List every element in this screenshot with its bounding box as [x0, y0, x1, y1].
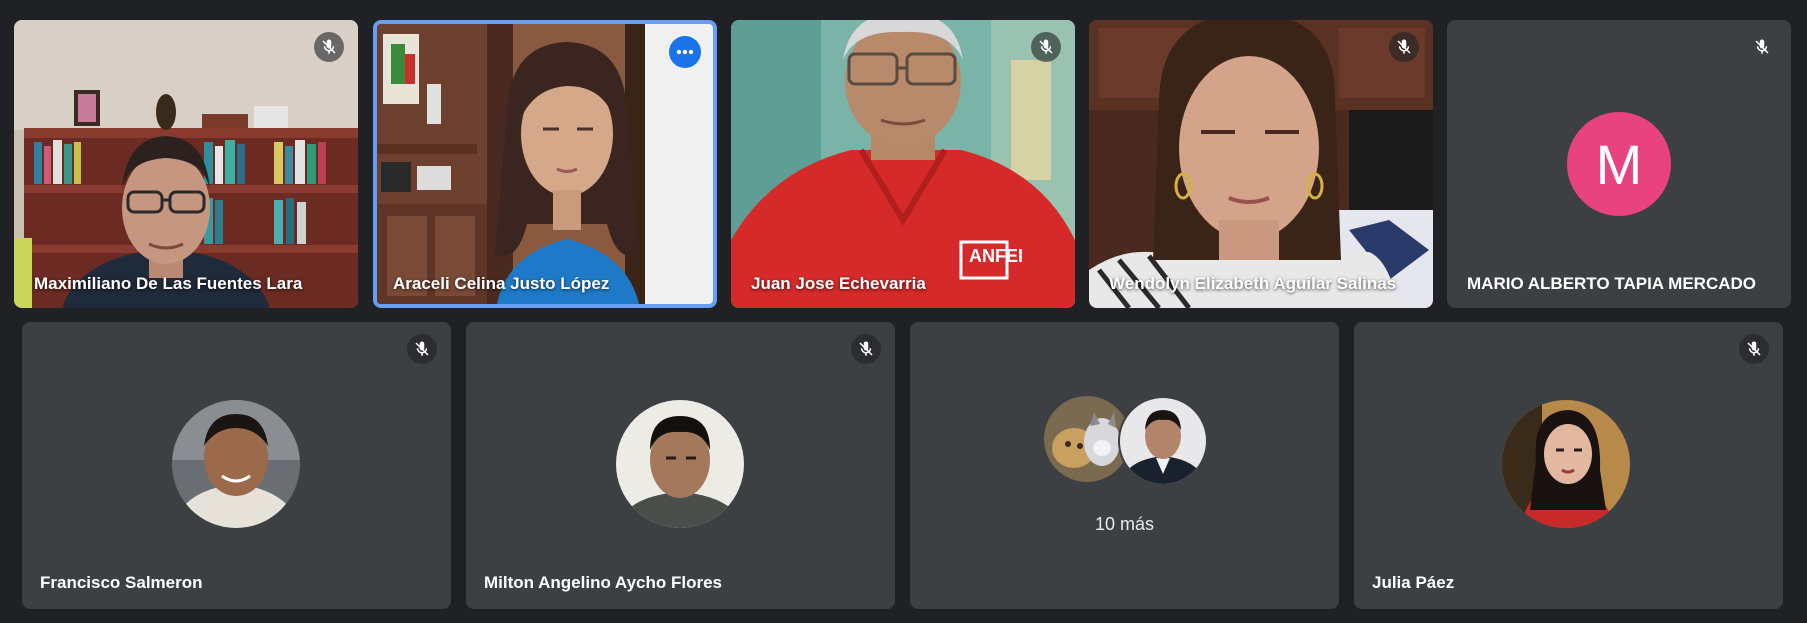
- participant-name: Juan Jose Echevarria: [751, 274, 926, 293]
- overflow-count-label: 10 más: [1094, 514, 1155, 534]
- avatar: [172, 400, 300, 528]
- participant-tile-araceli[interactable]: Araceli Celina Justo López: [373, 20, 717, 308]
- participant-tile-wendolyn[interactable]: Wendolyn Elizabeth Aguilar Salinas: [1089, 20, 1433, 308]
- avatar: [1118, 396, 1208, 486]
- avatar-letter: M: [1595, 132, 1643, 196]
- participant-name: Araceli Celina Justo López: [393, 274, 610, 293]
- avatar: [1502, 400, 1630, 528]
- mic-off-icon: [322, 39, 336, 54]
- participant-name: Maximiliano De Las Fuentes Lara: [34, 274, 303, 293]
- more-options-button[interactable]: [669, 36, 701, 68]
- participant-name: MARIO ALBERTO TAPIA MERCADO: [1467, 274, 1756, 293]
- mute-indicator: [851, 334, 881, 364]
- mic-off-icon: [1039, 39, 1053, 54]
- participant-name: Julia Páez: [1372, 573, 1455, 592]
- video-feed-juan-jose: ANFEI: [731, 20, 1075, 308]
- shirt-logo-text: ANFEI: [969, 246, 1023, 266]
- overflow-participants-tile[interactable]: 10 más: [910, 322, 1339, 609]
- mute-indicator: [1747, 32, 1777, 62]
- mic-off-icon: [1397, 39, 1411, 54]
- video-feed-araceli: [377, 24, 713, 304]
- participant-tile-francisco[interactable]: Francisco Salmeron: [22, 322, 451, 609]
- mic-off-icon: [859, 341, 873, 356]
- mute-indicator: [1739, 334, 1769, 364]
- mic-off-icon: [415, 341, 429, 356]
- avatar: [616, 400, 744, 528]
- mute-indicator: [1031, 32, 1061, 62]
- video-feed-wendolyn: [1089, 20, 1433, 308]
- avatar: M: [1567, 112, 1671, 216]
- mute-indicator: [407, 334, 437, 364]
- participant-tile-milton[interactable]: Milton Angelino Aycho Flores: [466, 322, 895, 609]
- participant-tile-juan-jose[interactable]: ANFEI Juan Jose Echevarria: [731, 20, 1075, 308]
- participant-name: Milton Angelino Aycho Flores: [484, 573, 722, 592]
- participant-tile-mario[interactable]: M MARIO ALBERTO TAPIA MERCADO: [1447, 20, 1791, 308]
- mute-indicator: [1389, 32, 1419, 62]
- mic-off-icon: [1747, 341, 1761, 356]
- video-feed-maximiliano: [14, 20, 358, 308]
- mute-indicator: [314, 32, 344, 62]
- participant-tile-julia[interactable]: Julia Páez: [1354, 322, 1783, 609]
- participant-name: Wendolyn Elizabeth Aguilar Salinas: [1109, 274, 1397, 293]
- participant-name: Francisco Salmeron: [40, 573, 203, 592]
- mic-off-icon: [1755, 39, 1769, 54]
- participant-tile-maximiliano[interactable]: Maximiliano De Las Fuentes Lara: [14, 20, 358, 308]
- more-options-icon: [676, 49, 694, 55]
